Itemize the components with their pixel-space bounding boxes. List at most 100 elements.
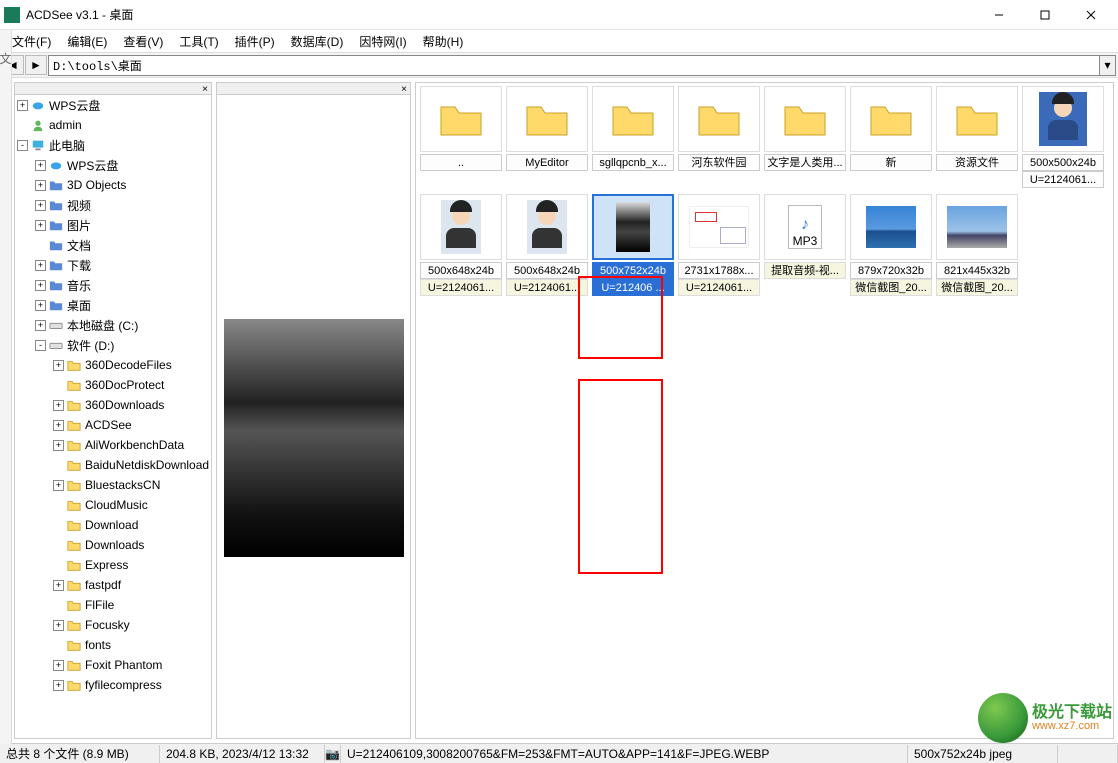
menu-2[interactable]: 查看(V) [115, 31, 171, 52]
thumbnail-item[interactable]: 新 [849, 86, 933, 188]
expand-icon[interactable]: - [35, 340, 46, 351]
expand-icon[interactable]: + [35, 200, 46, 211]
preview-image [217, 95, 410, 738]
tree-node[interactable]: +AliWorkbenchData [15, 435, 211, 455]
menu-1[interactable]: 编辑(E) [59, 31, 115, 52]
expand-icon[interactable]: + [53, 660, 64, 671]
thumbnail-item[interactable]: 500x752x24bU=212406 ... [591, 194, 675, 296]
tree-node[interactable]: admin [15, 115, 211, 135]
tree-node[interactable]: fonts [15, 635, 211, 655]
address-bar: ◄ ► ▾ [0, 52, 1118, 78]
nav-fwd-button[interactable]: ► [25, 55, 47, 75]
tree-node[interactable]: CloudMusic [15, 495, 211, 515]
menu-5[interactable]: 数据库(D) [283, 31, 352, 52]
expand-icon[interactable]: + [53, 400, 64, 411]
expand-icon[interactable]: + [17, 100, 28, 111]
expand-icon[interactable]: + [35, 260, 46, 271]
tree-node[interactable]: +BluestacksCN [15, 475, 211, 495]
thumbnail-item[interactable]: .. [419, 86, 503, 188]
expand-icon[interactable]: + [35, 300, 46, 311]
tree-node[interactable]: +桌面 [15, 295, 211, 315]
address-dropdown[interactable]: ▾ [1100, 55, 1116, 76]
tree-node[interactable]: 文档 [15, 235, 211, 255]
thumbnail-item[interactable]: 500x648x24bU=2124061... [505, 194, 589, 296]
tree-node[interactable]: -软件 (D:) [15, 335, 211, 355]
tree-node[interactable]: +视频 [15, 195, 211, 215]
tree-node[interactable]: +Focusky [15, 615, 211, 635]
thumbnail-item[interactable]: 资源文件 [935, 86, 1019, 188]
expand-icon[interactable]: + [53, 440, 64, 451]
thumbnail-item[interactable]: 500x648x24bU=2124061... [419, 194, 503, 296]
thumbnail-item[interactable]: ♪MP3提取音频-视... [763, 194, 847, 296]
expand-icon[interactable]: + [53, 420, 64, 431]
expand-icon[interactable]: + [53, 360, 64, 371]
thumb-dim: 500x648x24b [420, 262, 502, 279]
minimize-button[interactable] [976, 1, 1022, 29]
tree-node[interactable]: +图片 [15, 215, 211, 235]
menu-6[interactable]: 因特网(I) [351, 31, 414, 52]
tree-node[interactable]: Express [15, 555, 211, 575]
folder-tree-panel: × +WPS云盘admin-此电脑+WPS云盘+3D Objects+视频+图片… [14, 82, 212, 739]
menu-0[interactable]: 文件(F) [4, 31, 59, 52]
tree-label: fastpdf [85, 578, 121, 592]
tree-node[interactable]: Downloads [15, 535, 211, 555]
thumbnail-item[interactable]: 河东软件园 [677, 86, 761, 188]
tree-node[interactable]: FlFile [15, 595, 211, 615]
tree-node[interactable]: +本地磁盘 (C:) [15, 315, 211, 335]
thumbnail-item[interactable]: 879x720x32b微信截图_20... [849, 194, 933, 296]
expand-icon[interactable]: + [35, 280, 46, 291]
menu-4[interactable]: 插件(P) [227, 31, 283, 52]
thumb-label: 河东软件园 [678, 154, 760, 171]
thumbnail-item[interactable]: 文字是人类用... [763, 86, 847, 188]
expand-icon[interactable]: + [53, 680, 64, 691]
thumbnail-item[interactable]: 2731x1788x...U=2124061... [677, 194, 761, 296]
tree-label: 360Downloads [85, 398, 164, 412]
folder-icon [66, 438, 82, 452]
tree-node[interactable]: -此电脑 [15, 135, 211, 155]
panel-close-icon[interactable]: × [199, 83, 211, 95]
tree-node[interactable]: +Foxit Phantom [15, 655, 211, 675]
thumbnail-image [678, 194, 760, 260]
thumbnail-item[interactable]: 500x500x24bU=2124061... [1021, 86, 1105, 188]
tree-node[interactable]: +音乐 [15, 275, 211, 295]
close-button[interactable] [1068, 1, 1114, 29]
thumbnail-item[interactable]: sgllqpcnb_x... [591, 86, 675, 188]
tree-node[interactable]: +ACDSee [15, 415, 211, 435]
d-icon [48, 278, 64, 292]
tree-node[interactable]: +WPS云盘 [15, 95, 211, 115]
tree-node[interactable]: +WPS云盘 [15, 155, 211, 175]
expand-icon[interactable]: + [35, 160, 46, 171]
tree-node[interactable]: +360Downloads [15, 395, 211, 415]
d-icon [48, 198, 64, 212]
tree-node[interactable]: +fyfilecompress [15, 675, 211, 695]
thumb-filename: U=2124061... [420, 279, 502, 296]
expand-icon[interactable]: + [35, 220, 46, 231]
expand-icon[interactable]: + [53, 620, 64, 631]
address-input[interactable] [48, 55, 1100, 76]
expand-icon[interactable]: + [53, 580, 64, 591]
expand-icon[interactable]: - [17, 140, 28, 151]
cloud-icon [30, 98, 46, 112]
folder-icon [66, 518, 82, 532]
thumbnail-image [678, 86, 760, 152]
expand-icon[interactable]: + [35, 180, 46, 191]
expand-icon[interactable]: + [53, 480, 64, 491]
maximize-button[interactable] [1022, 1, 1068, 29]
d-icon [48, 238, 64, 252]
tree-node[interactable]: 360DocProtect [15, 375, 211, 395]
tree-node[interactable]: +下载 [15, 255, 211, 275]
tree-node[interactable]: + fastpdf [15, 575, 211, 595]
status-spacer [1058, 745, 1118, 763]
menu-7[interactable]: 帮助(H) [415, 31, 472, 52]
thumb-dim: 500x648x24b [506, 262, 588, 279]
d-icon [48, 298, 64, 312]
tree-node[interactable]: +360DecodeFiles [15, 355, 211, 375]
expand-icon[interactable]: + [35, 320, 46, 331]
tree-node[interactable]: BaiduNetdiskDownload [15, 455, 211, 475]
thumbnail-item[interactable]: 821x445x32b微信截图_20... [935, 194, 1019, 296]
tree-node[interactable]: +3D Objects [15, 175, 211, 195]
menu-3[interactable]: 工具(T) [171, 31, 226, 52]
tree-node[interactable]: Download [15, 515, 211, 535]
thumbnail-item[interactable]: MyEditor [505, 86, 589, 188]
panel-close-icon[interactable]: × [398, 83, 410, 95]
